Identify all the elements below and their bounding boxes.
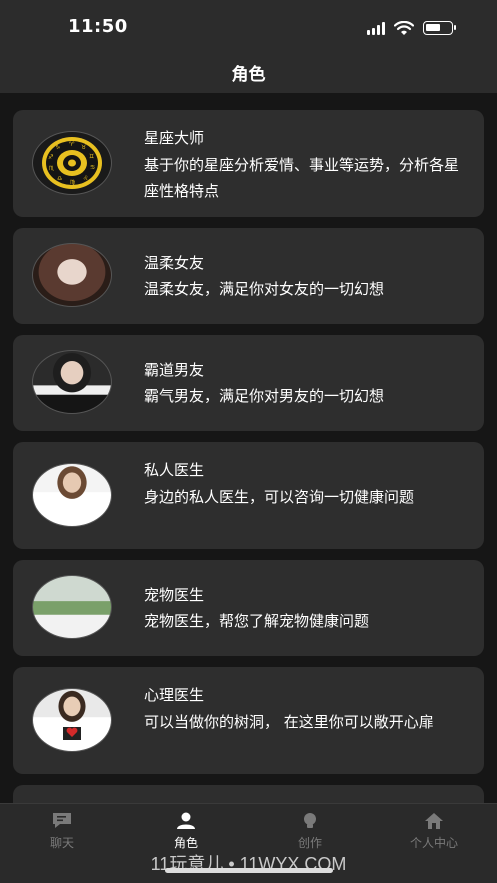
status-icons: [367, 18, 456, 38]
svg-text:♏: ♏: [49, 165, 55, 172]
role-card-pet-doctor[interactable]: 宠物医生 宠物医生，帮您了解宠物健康问题: [13, 560, 484, 656]
heart-icon: [63, 727, 81, 740]
role-card-doctor[interactable]: 私人医生 身边的私人医生，可以咨询一切健康问题: [13, 442, 484, 549]
svg-text:♉: ♉: [81, 144, 86, 151]
girlfriend-avatar: [32, 243, 112, 307]
status-bar: 11:50: [0, 0, 497, 52]
role-title: 宠物医生: [144, 586, 205, 604]
role-desc: 霸气男友，满足你对男友的一切幻想: [144, 387, 385, 405]
tab-label: 个人中心: [409, 836, 458, 850]
doctor-avatar: [32, 463, 112, 527]
battery-icon: [423, 21, 456, 35]
role-desc: 身边的私人医生，可以咨询一切健康问题: [144, 488, 415, 506]
svg-text:♊: ♊: [89, 153, 94, 160]
svg-text:♍: ♍: [70, 179, 75, 186]
tab-create[interactable]: 创作: [248, 812, 372, 851]
role-desc: 温柔女友，满足你对女友的一切幻想: [144, 280, 385, 298]
role-desc: 宠物医生，帮您了解宠物健康问题: [144, 612, 370, 630]
wifi-icon: [394, 20, 414, 35]
tab-label: 聊天: [49, 836, 74, 850]
status-time: 11:50: [68, 16, 128, 37]
svg-text:♐: ♐: [48, 154, 53, 161]
svg-text:♌: ♌: [83, 175, 88, 182]
role-title: 星座大师: [144, 129, 205, 147]
role-title: 霸道男友: [144, 361, 205, 379]
home-indicator: [165, 868, 333, 873]
role-title: 温柔女友: [144, 254, 205, 272]
role-card-boyfriend[interactable]: 霸道男友 霸气男友，满足你对男友的一切幻想: [13, 335, 484, 431]
chat-icon: [53, 813, 71, 828]
zodiac-wheel-icon: ♈ ♉♊ ♋♌ ♍ ♎♏ ♐ ♑: [42, 137, 102, 189]
tab-label: 角色: [173, 836, 198, 850]
pet-doctor-avatar: [32, 575, 112, 639]
svg-text:♋: ♋: [90, 164, 95, 171]
astrology-avatar: ♈ ♉ ♊ ♋ ♌ ♍ ♎ ♏ ♐ ♑: [32, 131, 112, 195]
tab-chat[interactable]: 聊天: [0, 812, 124, 851]
tab-label: 创作: [297, 836, 322, 850]
role-desc: 基于你的星座分析爱情、事业等运势，分析各星座性格特点: [144, 156, 460, 200]
svg-text:♈: ♈: [69, 141, 75, 148]
page-title: 角色: [231, 65, 266, 85]
person-icon: [177, 812, 195, 829]
psychologist-avatar: [32, 688, 112, 752]
signal-icon: [367, 21, 385, 35]
nav-bar: 角色: [0, 52, 497, 93]
role-title: 私人医生: [144, 461, 205, 479]
tab-roles[interactable]: 角色: [124, 812, 248, 851]
boyfriend-avatar: [32, 350, 112, 414]
role-card-girlfriend[interactable]: 温柔女友 温柔女友，满足你对女友的一切幻想: [13, 228, 484, 324]
svg-text:♑: ♑: [55, 144, 60, 151]
role-card-astrology[interactable]: ♈ ♉ ♊ ♋ ♌ ♍ ♎ ♏ ♐ ♑ 星座大师 基于你的星座分析爱情、事业等运势，分析各星…: [13, 110, 484, 217]
bulb-icon: [304, 813, 316, 828]
role-card-psychologist[interactable]: 心理医生 可以当做你的树洞， 在这里你可以敞开心扉: [13, 667, 484, 774]
role-desc: 可以当做你的树洞， 在这里你可以敞开心扉: [144, 713, 434, 731]
svg-text:♎: ♎: [57, 175, 62, 182]
tab-profile[interactable]: 个人中心: [372, 812, 496, 851]
role-title: 心理医生: [144, 686, 205, 704]
home-icon: [425, 813, 443, 829]
